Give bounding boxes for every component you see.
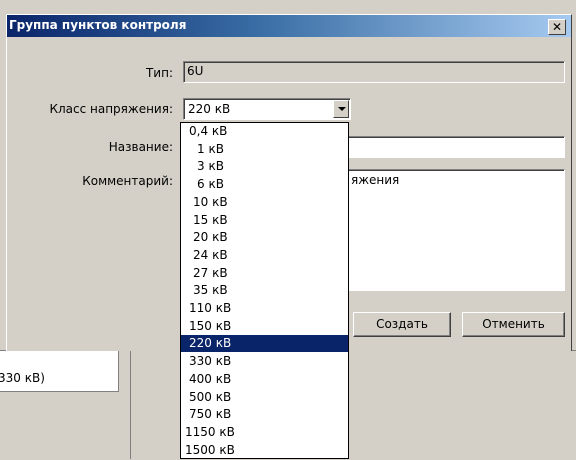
voltage-class-label: Класс напряжения: [49,102,173,116]
dropdown-option[interactable]: 10 кВ [181,194,348,211]
type-field: 6U [183,61,565,83]
background-left-edge [0,12,5,350]
dropdown-option[interactable]: 750 кВ [181,406,348,423]
name-label: Название: [108,140,173,154]
dropdown-option[interactable]: 150 кВ [181,318,348,335]
dropdown-option[interactable]: 330 кВ [181,353,348,370]
dropdown-option[interactable]: 6 кВ [181,176,348,193]
dialog-title: Группа пунктов контроля [9,18,187,32]
background-divider [130,351,131,459]
dropdown-option[interactable]: 20 кВ [181,229,348,246]
cancel-button-label: Отменить [482,317,545,331]
chevron-down-icon[interactable] [333,100,349,118]
create-button[interactable]: Создать [353,312,451,337]
dropdown-option[interactable]: 24 кВ [181,247,348,264]
background-table-cell[interactable]: 330 кВ) [0,351,119,392]
dropdown-option[interactable]: 3 кВ [181,158,348,175]
type-label: Тип: [145,66,173,80]
dropdown-option[interactable]: 0,4 кВ [181,123,348,140]
create-button-label: Создать [376,317,428,331]
dropdown-option[interactable]: 1500 кВ [181,442,348,458]
cancel-button[interactable]: Отменить [462,312,565,337]
voltage-class-value: 220 кВ [188,102,231,116]
dropdown-option[interactable]: 1150 кВ [181,424,348,441]
comment-label: Комментарий: [82,174,173,188]
dropdown-option[interactable]: 27 кВ [181,265,348,282]
close-button[interactable]: ✕ [548,19,566,35]
close-icon: ✕ [551,20,563,34]
dropdown-option[interactable]: 110 кВ [181,300,348,317]
background-top-bar [0,0,576,12]
voltage-class-dropdown-list[interactable]: 0,4 кВ 1 кВ 3 кВ 6 кВ 10 кВ 15 кВ 20 кВ 24 кВ 27… [180,122,349,459]
dropdown-option[interactable]: 220 кВ [181,335,348,353]
comment-value: яжения [351,173,400,187]
dropdown-option[interactable]: 500 кВ [181,389,348,406]
voltage-class-select[interactable]: 220 кВ [183,98,351,120]
dropdown-option[interactable]: 35 кВ [181,282,348,299]
type-value: 6U [187,64,204,78]
dropdown-option[interactable]: 1 кВ [181,141,348,158]
dropdown-option[interactable]: 400 кВ [181,371,348,388]
dialog-titlebar[interactable]: Группа пунктов контроля ✕ [7,15,571,37]
dropdown-option[interactable]: 15 кВ [181,212,348,229]
background-cell-text: 330 кВ) [0,371,45,385]
